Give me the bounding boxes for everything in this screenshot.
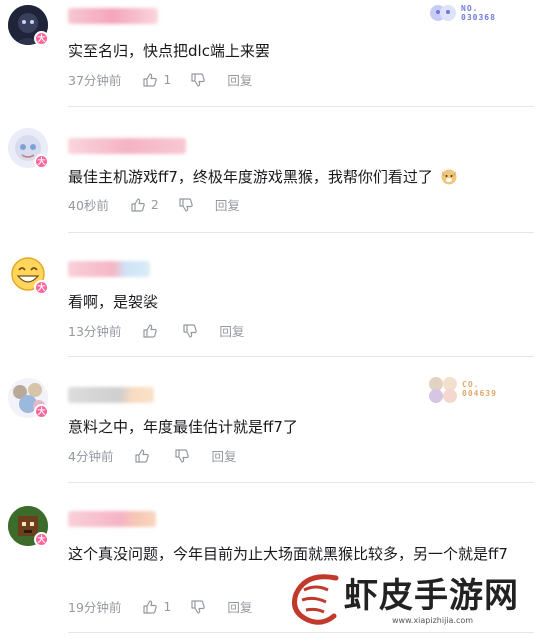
reply-button[interactable]: 回复 xyxy=(215,195,240,214)
thumbs-up-icon xyxy=(131,197,145,212)
divider xyxy=(68,106,534,107)
fan-badge-icon xyxy=(430,5,456,21)
divider xyxy=(68,356,534,357)
watermark-title: 虾皮手游网 xyxy=(344,576,519,616)
reply-button[interactable]: 回复 xyxy=(211,446,236,465)
comment-meta: 37分钟前 1 回复 xyxy=(68,70,252,89)
comment-time: 40秒前 xyxy=(68,198,109,213)
username-blurred[interactable] xyxy=(68,387,154,403)
fan-badge-label: CO. xyxy=(462,380,480,389)
comment-meta: 13分钟前 回复 xyxy=(68,321,244,340)
comment-text-body: 最佳主机游戏ff7，终极年度游戏黑猴，我帮你们看过了 xyxy=(68,168,433,186)
thumbs-up-icon xyxy=(143,72,158,87)
comment-time: 4分钟前 xyxy=(68,449,114,464)
thumbs-up-icon xyxy=(143,599,158,614)
thumbs-down-icon xyxy=(191,72,206,87)
comment-time: 13分钟前 xyxy=(68,324,122,339)
fan-badge-number: 030368 xyxy=(461,13,496,22)
user-level-badge: 大 xyxy=(34,154,49,169)
comment-meta: 4分钟前 回复 xyxy=(68,446,236,465)
username-blurred[interactable] xyxy=(68,8,158,24)
username-blurred[interactable] xyxy=(68,138,186,154)
like-count: 2 xyxy=(150,197,159,212)
watermark-url: www.xiapizhijia.com xyxy=(392,616,474,625)
user-level-badge: 大 xyxy=(34,532,49,547)
reply-button[interactable]: 回复 xyxy=(227,70,252,89)
like-button[interactable]: 1 xyxy=(143,599,171,614)
dislike-button[interactable] xyxy=(191,599,206,614)
comment-time: 19分钟前 xyxy=(68,600,122,615)
thumbs-down-icon xyxy=(183,323,198,338)
dislike-button[interactable] xyxy=(179,197,193,212)
comment-text: 意料之中，年度最佳估计就是ff7了 xyxy=(68,418,298,436)
user-level-badge: 大 xyxy=(34,280,49,295)
shrimp-logo-icon xyxy=(292,574,339,625)
dislike-button[interactable] xyxy=(175,448,190,463)
comment-text: 实至名归，快点把dlc端上来罢 xyxy=(68,42,270,60)
like-count: 1 xyxy=(163,599,172,614)
dislike-button[interactable] xyxy=(191,72,206,87)
thumbs-up-icon xyxy=(143,323,158,338)
like-button[interactable] xyxy=(143,323,163,338)
site-watermark: 虾皮手游网 www.xiapizhijia.com xyxy=(292,566,542,636)
comment-text: 最佳主机游戏ff7，终极年度游戏黑猴，我帮你们看过了 xyxy=(68,166,534,188)
fan-badge-number: 004639 xyxy=(462,389,497,398)
like-count: 1 xyxy=(163,72,172,87)
fan-badge: NO. 030368 xyxy=(428,2,496,24)
username-blurred[interactable] xyxy=(68,261,150,277)
reply-button[interactable]: 回复 xyxy=(227,597,252,616)
like-button[interactable] xyxy=(135,448,155,463)
reply-button[interactable]: 回复 xyxy=(219,321,244,340)
thumbs-down-icon xyxy=(179,197,193,212)
thumbs-down-icon xyxy=(191,599,206,614)
comment-text: 看啊，是袈裟 xyxy=(68,293,159,311)
divider xyxy=(68,482,534,483)
thumbs-down-icon xyxy=(175,448,190,463)
comment-meta: 19分钟前 1 回复 xyxy=(68,597,252,616)
fan-badge-label: NO. xyxy=(461,4,479,13)
thumbs-up-icon xyxy=(135,448,150,463)
doge-emoji-icon xyxy=(441,169,457,185)
dislike-button[interactable] xyxy=(183,323,198,338)
like-button[interactable]: 1 xyxy=(143,72,171,87)
fan-badge-icon xyxy=(429,377,457,403)
like-button[interactable]: 2 xyxy=(131,197,159,212)
divider xyxy=(68,232,534,233)
username-blurred[interactable] xyxy=(68,511,156,527)
comment-meta: 40秒前 2 回复 xyxy=(68,195,240,214)
user-level-badge: 大 xyxy=(34,31,49,46)
comment-text: 这个真没问题，今年目前为止大场面就黑猴比较多，另一个就是ff7 xyxy=(68,545,508,563)
comment-time: 37分钟前 xyxy=(68,73,122,88)
fan-badge: CO. 004639 xyxy=(426,374,497,404)
user-level-badge: 大 xyxy=(34,404,49,419)
